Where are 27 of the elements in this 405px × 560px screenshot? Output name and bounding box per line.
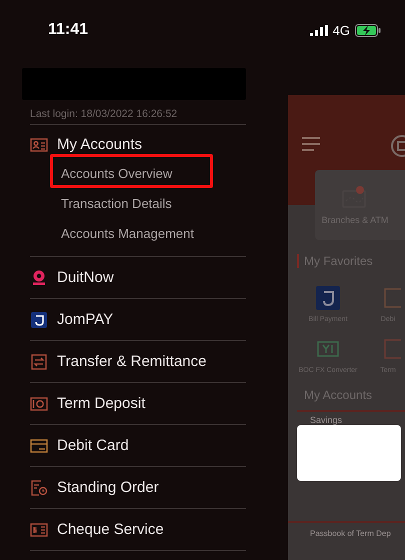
section-label: Passbook of Term Dep xyxy=(288,521,405,538)
account-type-label: Savings xyxy=(310,415,344,425)
signal-icon xyxy=(310,24,328,36)
cheque-icon xyxy=(30,522,48,538)
menu-item[interactable]: Cheque Service xyxy=(22,509,246,550)
transfer-icon xyxy=(30,354,48,370)
menu-item[interactable]: JomPAY xyxy=(22,299,246,340)
submenu-item[interactable]: Accounts Management xyxy=(61,219,194,249)
menu-item[interactable]: My Accounts xyxy=(22,130,246,159)
map-pin-icon xyxy=(342,185,368,209)
menu-item[interactable]: Debit Card xyxy=(22,425,246,466)
menu-item[interactable]: Term Deposit xyxy=(22,383,246,424)
id-card-icon xyxy=(30,136,48,152)
menu-icon xyxy=(302,137,320,151)
logo-icon xyxy=(391,135,405,157)
last-login-text: Last login: 18/03/2022 16:26:52 xyxy=(30,107,178,122)
submenu-item[interactable]: Transaction Details xyxy=(61,189,172,219)
network-label: 4G xyxy=(332,22,350,38)
menu-item[interactable]: DuitNow xyxy=(22,257,246,298)
menu-item[interactable]: Transfer & Remittance xyxy=(22,341,246,382)
submenu-item[interactable]: Accounts Overview xyxy=(61,159,172,189)
status-time: 11:41 xyxy=(48,21,88,39)
payment-logo-icon xyxy=(30,312,48,328)
document-clock-icon xyxy=(30,480,48,496)
payment-logo-icon xyxy=(315,286,341,310)
pin-icon xyxy=(30,270,48,286)
menu-item[interactable]: Standing Order xyxy=(22,467,246,508)
